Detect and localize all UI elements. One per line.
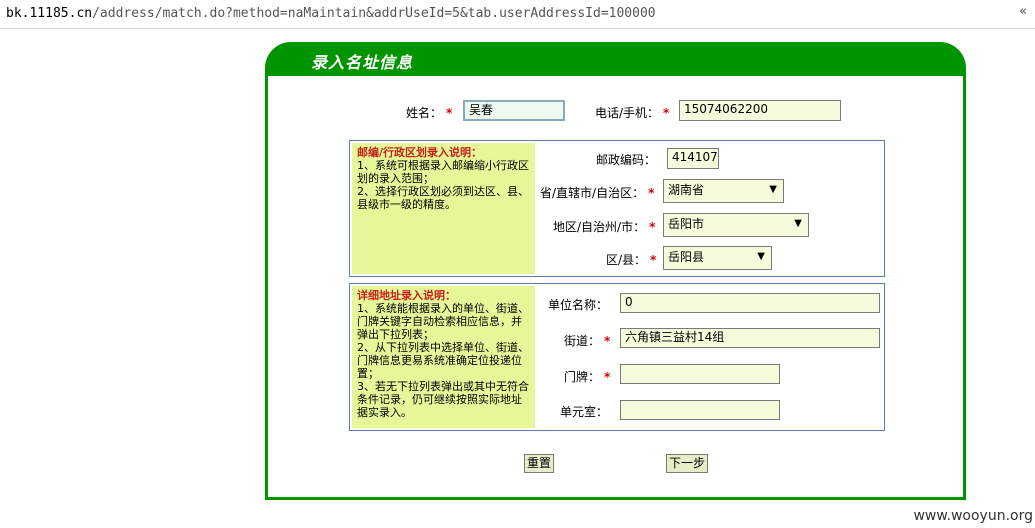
next-step-button[interactable]: 下一步 bbox=[666, 454, 708, 473]
region-help-line: 2、选择行政区划必须到达区、县、县级市一级的精度。 bbox=[357, 185, 529, 211]
room-label: 单元室： bbox=[560, 405, 609, 419]
url-host: bk.11185.cn bbox=[6, 6, 93, 21]
panel-title: 录入名址信息 bbox=[311, 53, 414, 72]
required-mark: * bbox=[663, 106, 670, 120]
city-label-text: 地区/自治州/市： bbox=[553, 220, 646, 234]
name-input[interactable]: 吴春 bbox=[463, 100, 565, 121]
url-path: /address/match.do?method=naMaintain&addr… bbox=[92, 6, 656, 21]
city-select[interactable]: 岳阳市 ▼ bbox=[663, 213, 809, 237]
panel-frame: 姓名： * 吴春 电话/手机： * 15074062200 邮编/行政区划录入说明：… bbox=[265, 73, 966, 500]
required-mark: * bbox=[446, 106, 453, 120]
required-mark: * bbox=[649, 220, 656, 234]
unit-label: 单位名称： bbox=[548, 298, 609, 312]
province-label-text: 省/直辖市/自治区： bbox=[540, 186, 645, 200]
region-help-line: 1、系统可根据录入邮编缩小行政区划的录入范围； bbox=[357, 159, 529, 185]
detail-help-title: 详细地址录入说明： bbox=[357, 289, 456, 302]
chevron-down-icon: ▼ bbox=[769, 184, 777, 195]
phone-label-text: 电话/手机： bbox=[595, 106, 660, 120]
region-section: 邮编/行政区划录入说明： 1、系统可根据录入邮编缩小行政区划的录入范围； 2、选… bbox=[349, 140, 885, 277]
district-label: 区/县： * bbox=[606, 251, 656, 268]
door-label-text: 门牌： bbox=[564, 370, 601, 384]
phone-input[interactable]: 15074062200 bbox=[679, 100, 841, 121]
detail-help-line: 1、系统能根据录入的单位、街道、门牌关键字自动检索相应信息，并弹出下拉列表； bbox=[357, 302, 529, 341]
required-mark: * bbox=[650, 253, 657, 267]
detail-help-note: 详细地址录入说明： 1、系统能根据录入的单位、街道、门牌关键字自动检索相应信息，… bbox=[352, 286, 535, 428]
district-select[interactable]: 岳阳县 ▼ bbox=[663, 246, 772, 270]
required-mark: * bbox=[604, 334, 611, 348]
detail-help-line: 3、若无下拉列表弹出或其中无符合条件记录，仍可继续按照实际地址据实录入。 bbox=[357, 380, 529, 419]
chevron-down-icon: ▼ bbox=[757, 251, 765, 262]
city-select-value: 岳阳市 bbox=[668, 217, 705, 231]
door-input[interactable] bbox=[620, 364, 780, 384]
room-input[interactable] bbox=[620, 400, 780, 420]
street-label-text: 街道： bbox=[564, 334, 601, 348]
watermark: www.wooyun.org bbox=[913, 508, 1033, 524]
name-label-text: 姓名： bbox=[406, 106, 443, 120]
chevron-down-icon: ▼ bbox=[794, 218, 802, 229]
address-bar[interactable]: bk.11185.cn/address/match.do?method=naMa… bbox=[0, 0, 1035, 29]
province-label: 省/直辖市/自治区： * bbox=[540, 184, 654, 201]
name-label: 姓名： * bbox=[406, 104, 452, 121]
phone-label: 电话/手机： * bbox=[595, 104, 669, 121]
postcode-label: 邮政编码： bbox=[596, 153, 657, 167]
door-label: 门牌： * bbox=[564, 368, 610, 385]
postcode-input[interactable]: 414107 bbox=[667, 148, 719, 169]
street-input[interactable]: 六角镇三益村14组 bbox=[620, 328, 880, 348]
province-select-value: 湖南省 bbox=[668, 183, 705, 197]
street-label: 街道： * bbox=[564, 332, 610, 349]
url-text[interactable]: bk.11185.cn/address/match.do?method=naMa… bbox=[6, 6, 656, 21]
reset-button[interactable]: 重置 bbox=[524, 454, 554, 473]
province-select[interactable]: 湖南省 ▼ bbox=[663, 179, 784, 203]
address-entry-panel: 录入名址信息 姓名： * 吴春 电话/手机： * 15074062200 邮编/行政… bbox=[265, 42, 966, 500]
district-select-value: 岳阳县 bbox=[668, 250, 705, 264]
panel-header: 录入名址信息 bbox=[265, 42, 966, 74]
chevron-menu-icon[interactable]: « bbox=[1019, 4, 1027, 19]
city-label: 地区/自治州/市： * bbox=[553, 218, 655, 235]
unit-input[interactable]: 0 bbox=[620, 293, 880, 313]
detail-address-section: 详细地址录入说明： 1、系统能根据录入的单位、街道、门牌关键字自动检索相应信息，… bbox=[349, 283, 885, 431]
district-label-text: 区/县： bbox=[606, 253, 647, 267]
region-help-note: 邮编/行政区划录入说明： 1、系统可根据录入邮编缩小行政区划的录入范围； 2、选… bbox=[352, 143, 535, 274]
region-help-title: 邮编/行政区划录入说明： bbox=[357, 146, 483, 159]
required-mark: * bbox=[648, 186, 655, 200]
detail-help-line: 2、从下拉列表中选择单位、街道、门牌信息更易系统准确定位投递位置； bbox=[357, 341, 529, 380]
required-mark: * bbox=[604, 370, 611, 384]
